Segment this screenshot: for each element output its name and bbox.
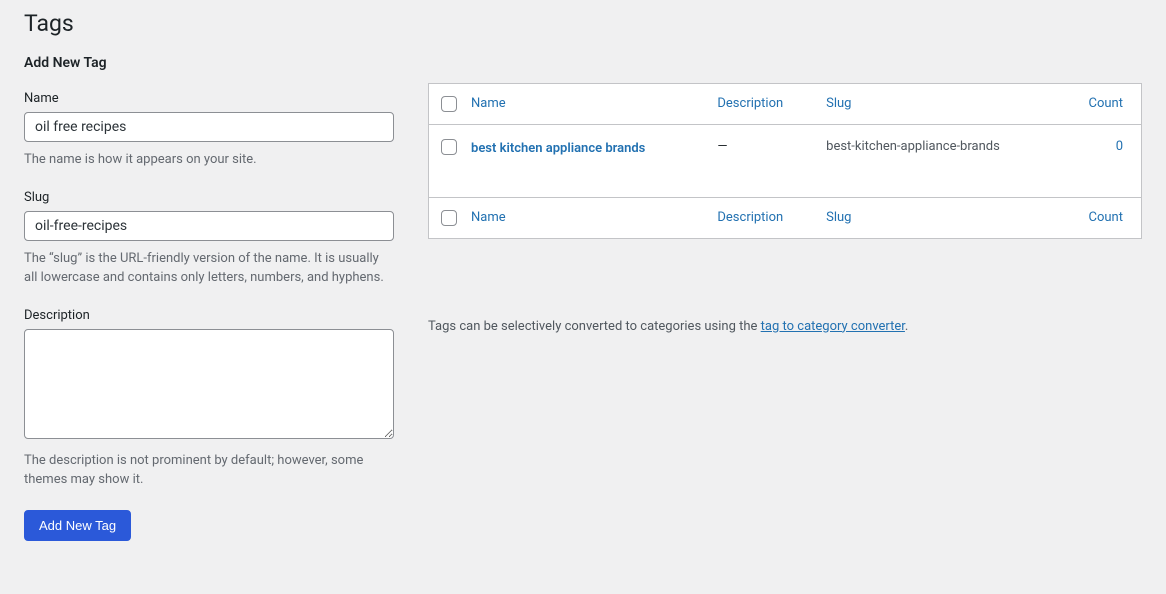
name-label: Name (24, 91, 394, 106)
select-all-bottom-checkbox[interactable] (441, 210, 457, 226)
col-count-footer[interactable]: Count (1089, 210, 1123, 225)
col-slug-header[interactable]: Slug (826, 96, 851, 111)
form-heading: Add New Tag (24, 55, 394, 71)
slug-label: Slug (24, 190, 394, 205)
row-slug: best-kitchen-appliance-brands (816, 125, 1062, 198)
description-help: The description is not prominent by defa… (24, 451, 394, 490)
row-name-link[interactable]: best kitchen appliance brands (471, 141, 645, 156)
col-slug-footer[interactable]: Slug (826, 210, 851, 225)
row-description: — (707, 125, 816, 198)
col-name-header[interactable]: Name (471, 96, 506, 111)
col-description-footer[interactable]: Description (717, 210, 783, 225)
description-textarea[interactable] (24, 329, 394, 439)
col-name-footer[interactable]: Name (471, 210, 506, 225)
slug-input[interactable] (24, 211, 394, 241)
col-description-header[interactable]: Description (717, 96, 783, 111)
row-checkbox[interactable] (441, 139, 457, 155)
col-count-header[interactable]: Count (1089, 96, 1123, 111)
name-input[interactable] (24, 112, 394, 142)
select-all-top-checkbox[interactable] (441, 96, 457, 112)
row-count-link[interactable]: 0 (1116, 139, 1123, 154)
tags-table: Name Description Slug Count best kitchen… (428, 83, 1142, 239)
page-title: Tags (24, 10, 1142, 37)
converter-note-suffix: . (905, 319, 908, 334)
converter-note-prefix: Tags can be selectively converted to cat… (428, 319, 761, 334)
add-new-tag-button[interactable]: Add New Tag (24, 510, 131, 541)
table-row: best kitchen appliance brands — best-kit… (429, 125, 1142, 198)
converter-note: Tags can be selectively converted to cat… (428, 319, 1142, 334)
tag-to-category-link[interactable]: tag to category converter (761, 319, 905, 334)
slug-help: The “slug” is the URL-friendly version o… (24, 249, 394, 288)
add-tag-form: Add New Tag Name The name is how it appe… (24, 55, 394, 541)
description-label: Description (24, 308, 394, 323)
name-help: The name is how it appears on your site. (24, 150, 394, 170)
